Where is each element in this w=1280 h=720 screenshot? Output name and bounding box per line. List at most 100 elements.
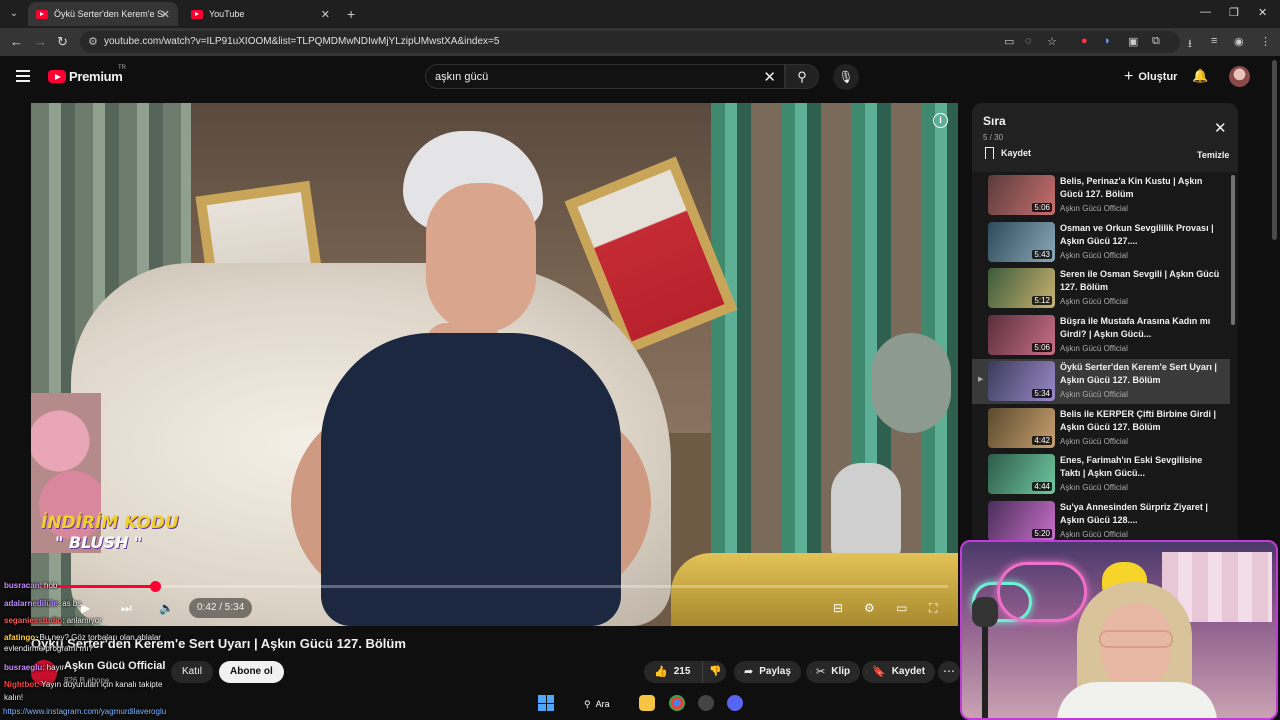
extensions-puzzle-icon[interactable]: ⧉: [1152, 35, 1160, 48]
chat-message: evlendirme programı mı?: [4, 644, 93, 653]
save-button[interactable]: 🔖 Kaydet: [862, 661, 936, 683]
next-icon[interactable]: ⏭: [121, 601, 132, 616]
clip-button[interactable]: ✂ Klip: [806, 661, 861, 683]
player-controls: ▶ ⏭ 🔈 0:42 / 5:34 ⊟ ⚙ ▭ ⛶: [41, 597, 948, 621]
info-icon[interactable]: i: [933, 113, 948, 128]
share-button[interactable]: ➦ Paylaş: [734, 661, 801, 683]
like-button[interactable]: 👍 215: [644, 661, 702, 683]
reading-list-icon[interactable]: ≡: [1211, 35, 1217, 47]
playlist-item[interactable]: 5:06 Büşra ile Mustafa Arasına Kadın mı G…: [972, 313, 1230, 358]
volume-icon[interactable]: 🔈: [159, 601, 174, 615]
thumbs-down-icon: 👎: [709, 666, 722, 677]
browser-tab[interactable]: YouTube ✕: [183, 2, 338, 26]
playlist-item-title: Osman ve Orkun Sevgililik Provası | Aşkı…: [1060, 222, 1214, 246]
playlist-item[interactable]: 4:42 Belis ile KERPER Çifti Birbine Girdi…: [972, 406, 1230, 451]
profile-icon[interactable]: ◉: [1234, 35, 1244, 48]
forward-icon[interactable]: →: [34, 34, 47, 49]
playlist-item[interactable]: 5:43 Osman ve Orkun Sevgililik Provası | …: [972, 220, 1230, 265]
playlist-thumbnail[interactable]: 5:20: [988, 500, 1055, 540]
youtube-favicon-icon: [191, 9, 203, 19]
playlist-item[interactable]: ▶ 5:34 Öykü Serter'den Kerem'e Sert Uyarı …: [972, 359, 1230, 404]
playlist-scrollbar[interactable]: [1231, 175, 1235, 325]
file-explorer-icon[interactable]: [639, 695, 655, 711]
tab-close-icon[interactable]: ✕: [321, 8, 330, 21]
tab-search-icon[interactable]: ⌄: [6, 6, 22, 22]
menu-icon[interactable]: [16, 70, 30, 82]
playlist-item-channel: Aşkın Gücü Official: [1060, 250, 1128, 260]
search-input[interactable]: aşkın gücü ✕: [425, 64, 785, 89]
cast-icon[interactable]: ▭: [1004, 35, 1014, 48]
youtube-header: Premium TR aşkın gücü ✕ ⚲ 🎙 + Oluştur 🔔: [0, 56, 1280, 100]
playlist-thumbnail[interactable]: 5:43: [988, 221, 1055, 262]
channel-name[interactable]: Aşkın Gücü Official: [64, 660, 165, 672]
playlist-thumbnail[interactable]: 4:44: [988, 454, 1055, 494]
search-button[interactable]: ⚲: [785, 64, 819, 89]
video-player[interactable]: İNDİRİM KODU " BLUSH " i ▶ ⏭ 🔈 0:42 / 5:…: [31, 103, 958, 626]
video-scene: [871, 333, 951, 433]
theater-mode-icon[interactable]: ▭: [896, 601, 907, 615]
download-icon[interactable]: ⭳: [1188, 35, 1192, 54]
avatar[interactable]: [1229, 66, 1250, 87]
chat-message: afatingo: Bu ney? Göz torbaları olan abl…: [4, 633, 161, 642]
new-tab-icon[interactable]: +: [347, 6, 355, 22]
fullscreen-icon[interactable]: ⛶: [929, 601, 937, 616]
playlist-item-channel: Aşkın Gücü Official: [1060, 529, 1128, 539]
playlist-item[interactable]: 5:20 Su'ya Annesinden Sürpriz Ziyaret | A…: [972, 499, 1230, 540]
playlist-item-channel: Aşkın Gücü Official: [1060, 390, 1128, 399]
play-icon[interactable]: ▶: [81, 601, 90, 615]
browser-tab-bar: ⌄ Öykü Serter'den Kerem'e Sert U ✕ YouTu…: [0, 0, 1280, 28]
extension-icon[interactable]: ◗: [1104, 35, 1111, 47]
eye-off-icon[interactable]: ◌: [1025, 35, 1032, 47]
playlist-thumbnail[interactable]: 5:06: [988, 175, 1055, 215]
voice-search-button[interactable]: 🎙: [833, 64, 859, 90]
subtitles-icon[interactable]: ⊟: [833, 601, 843, 615]
progress-bar[interactable]: [41, 581, 948, 592]
subscribe-button[interactable]: Abone ol: [219, 661, 284, 683]
notifications-bell-icon[interactable]: 🔔: [1192, 68, 1208, 84]
windows-start-icon[interactable]: [538, 695, 554, 711]
dislike-button[interactable]: 👎: [702, 661, 726, 683]
maximize-icon[interactable]: ❐: [1229, 6, 1239, 19]
playlist-item[interactable]: 4:44 Enes, Farimah'ın Eski Sevgilisine Ta…: [972, 452, 1230, 497]
chrome-icon[interactable]: [669, 695, 685, 711]
country-code: TR: [118, 65, 126, 71]
playlist-item[interactable]: 5:12 Seren ile Osman Sevgili | Aşkın Gücü…: [972, 266, 1230, 311]
playlist-thumbnail[interactable]: 4:42: [988, 407, 1055, 448]
chat-message: adalarnedilüle: as bs: [4, 599, 82, 608]
playlist-thumbnail[interactable]: 5:06: [988, 314, 1055, 355]
playlist-thumbnail[interactable]: 5:12: [988, 268, 1055, 308]
join-button[interactable]: Katıl: [171, 661, 214, 683]
create-button[interactable]: + Oluştur: [1116, 65, 1185, 89]
extension-icon[interactable]: ●: [1081, 35, 1088, 47]
tab-close-icon[interactable]: ✕: [161, 8, 170, 21]
reload-icon[interactable]: ↻: [57, 34, 68, 50]
playlist-item[interactable]: 5:06 Belis, Perinaz'a Kin Kustu | Aşkın G…: [972, 173, 1230, 218]
discord-icon[interactable]: [727, 695, 743, 711]
site-info-icon[interactable]: ⚙: [88, 35, 98, 48]
webcam-scene: [972, 597, 998, 627]
browser-menu-icon[interactable]: ⋮: [1260, 35, 1271, 48]
minimize-icon[interactable]: —: [1200, 6, 1211, 18]
page-scrollbar[interactable]: [1272, 60, 1277, 240]
url-field[interactable]: ⚙ youtube.com/watch?v=ILP91uXIOOM&list=T…: [80, 31, 1180, 53]
browser-tab-active[interactable]: Öykü Serter'den Kerem'e Sert U ✕: [28, 2, 178, 26]
playlist-save-button[interactable]: Kaydet: [985, 147, 1031, 159]
extension-icon[interactable]: ▣: [1128, 35, 1138, 48]
youtube-premium-logo[interactable]: Premium TR: [48, 65, 126, 84]
playlist-clear-button[interactable]: Temizle: [1197, 150, 1229, 160]
more-actions-button[interactable]: ⋯: [938, 661, 960, 683]
obs-icon[interactable]: [698, 695, 714, 711]
playlist-thumbnail[interactable]: 5:34: [988, 361, 1055, 401]
youtube-favicon-icon: [36, 9, 48, 19]
bookmark-star-icon[interactable]: ☆: [1047, 35, 1057, 48]
duration-badge: 5:43: [1032, 249, 1052, 259]
close-window-icon[interactable]: ✕: [1258, 6, 1267, 19]
clear-search-icon[interactable]: ✕: [763, 68, 776, 86]
taskbar-search[interactable]: ⚲ Ara: [576, 695, 618, 713]
close-playlist-icon[interactable]: ✕: [1214, 119, 1227, 137]
instagram-link[interactable]: https://www.instagram.com/yagmurdilavero…: [3, 707, 166, 716]
playlist-position: 5 / 30: [983, 133, 1004, 142]
back-icon[interactable]: ←: [10, 34, 23, 49]
scissors-icon: ✂: [816, 666, 826, 678]
settings-gear-icon[interactable]: ⚙: [864, 601, 875, 615]
